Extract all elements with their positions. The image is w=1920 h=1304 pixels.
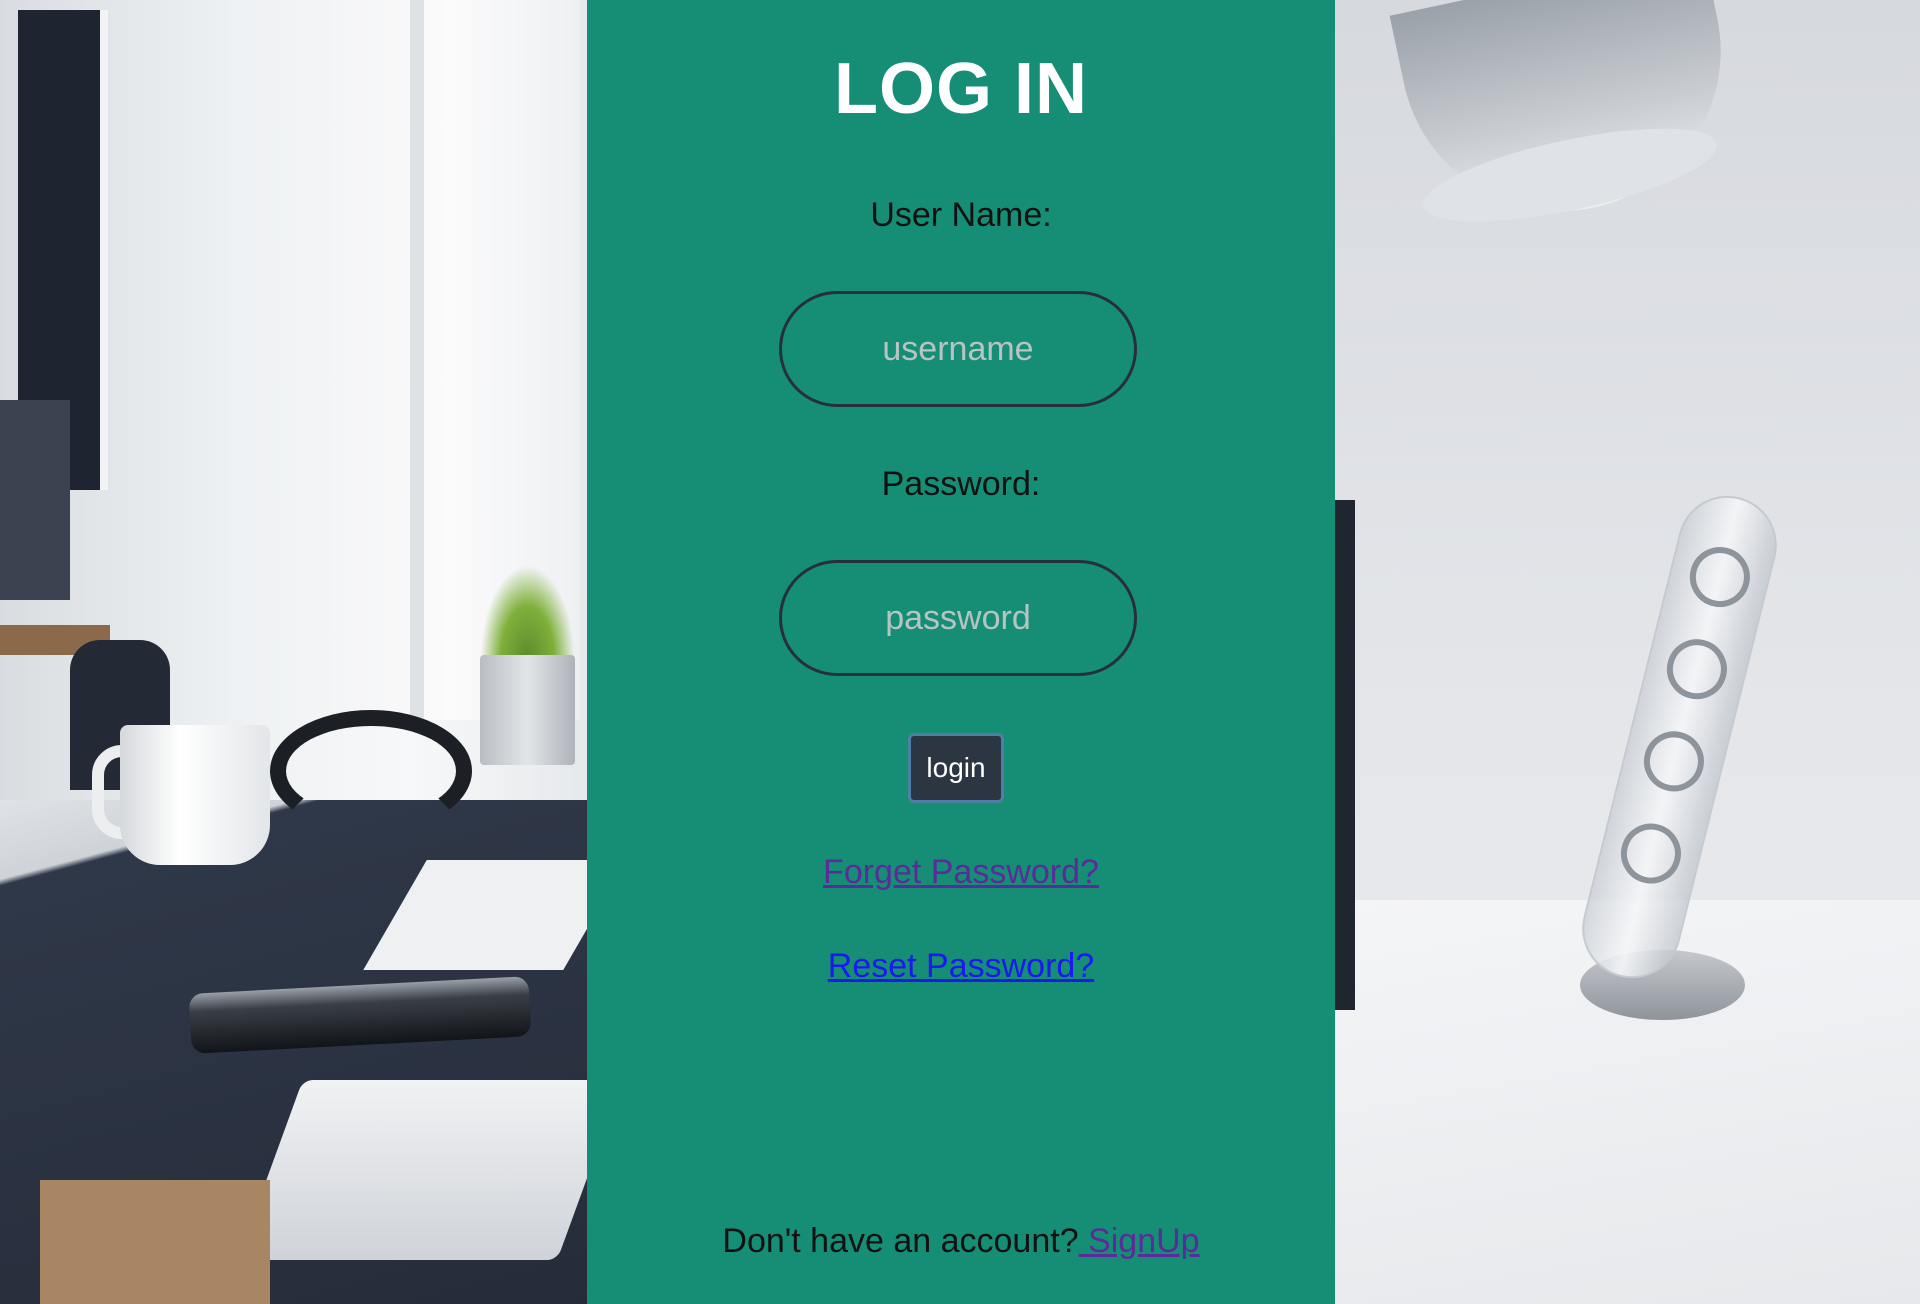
coffee-mug [120, 725, 270, 865]
signup-prompt-text: Don't have an account? [722, 1222, 1079, 1260]
signup-prompt: Don't have an account? SignUp [587, 1222, 1335, 1261]
headphones [270, 710, 472, 832]
reset-password-link[interactable]: Reset Password? [587, 947, 1335, 986]
monitor [0, 400, 70, 600]
window-frame [410, 0, 424, 720]
page-title: LOG IN [834, 49, 1088, 129]
speaker-ring [1660, 632, 1734, 706]
login-panel: LOG IN User Name: Password: login Forget… [587, 0, 1335, 1304]
background-lamp-scene [1335, 0, 1920, 1304]
password-label: Password: [881, 465, 1041, 503]
username-input[interactable] [779, 291, 1137, 407]
speaker-ring [1637, 725, 1711, 798]
background-desk-scene [0, 0, 587, 1304]
plant [480, 565, 575, 660]
forget-password-link[interactable]: Forget Password? [587, 853, 1335, 892]
cardboard-box [40, 1180, 270, 1304]
speaker-ring [1614, 817, 1688, 890]
password-input[interactable] [779, 560, 1137, 676]
plant-pot [480, 655, 575, 765]
login-button[interactable]: login [908, 733, 1004, 803]
username-label: User Name: [870, 196, 1052, 234]
signup-link[interactable]: SignUp [1079, 1222, 1200, 1260]
login-page: LOG IN User Name: Password: login Forget… [0, 0, 1920, 1304]
laptop-edge [1335, 500, 1355, 1010]
speaker-ring [1683, 540, 1757, 614]
